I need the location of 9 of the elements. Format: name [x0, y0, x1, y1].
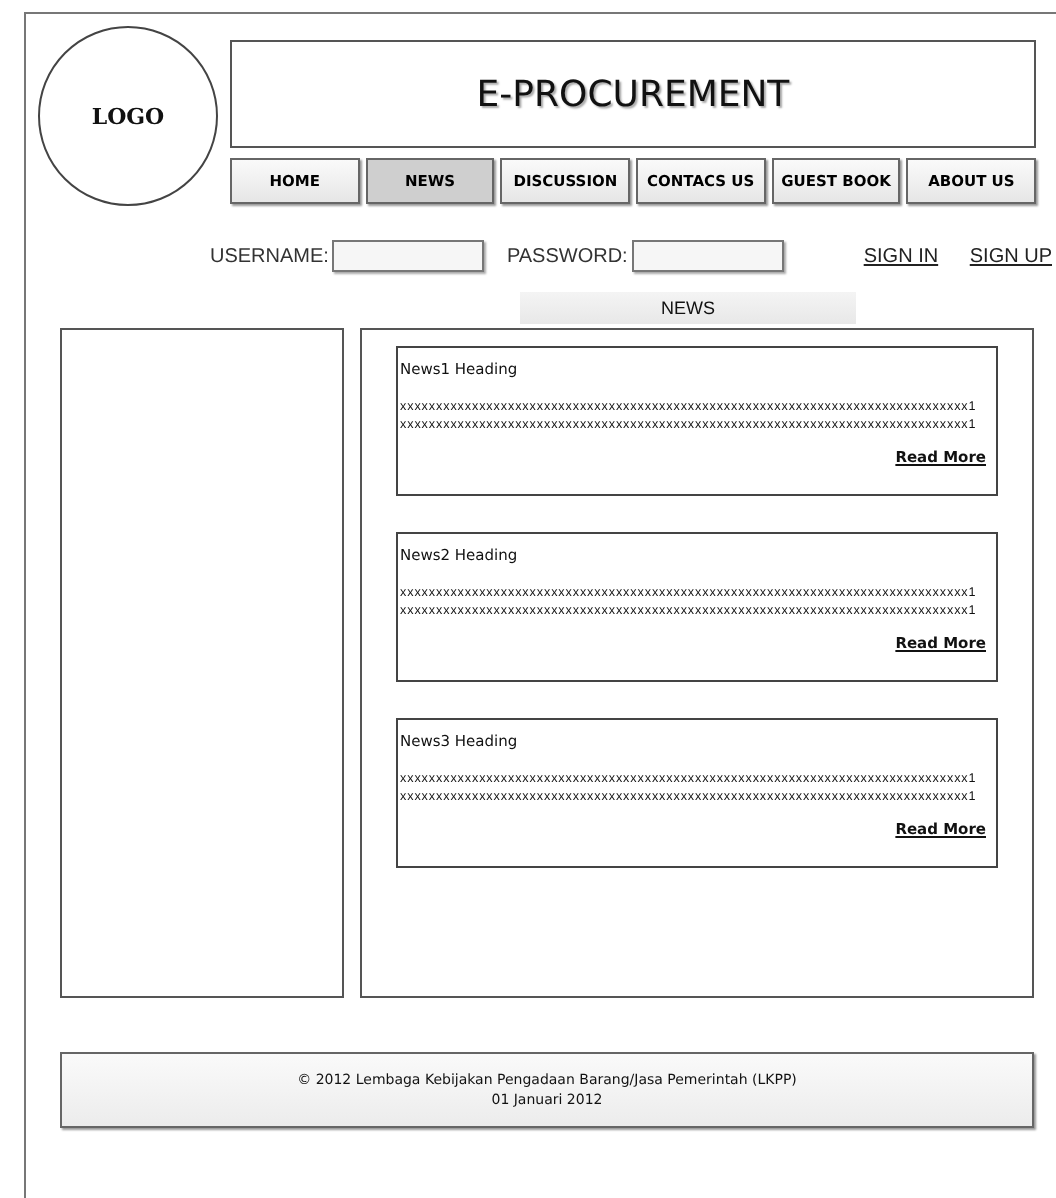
password-field[interactable]	[631, 240, 784, 272]
sign-in-link[interactable]: SIGN IN	[863, 245, 939, 267]
password-label: PASSWORD:	[506, 245, 628, 267]
site-title: E-PROCUREMENT	[230, 40, 1036, 148]
username-label: USERNAME:	[210, 245, 329, 267]
news-section-heading: NEWS	[520, 292, 856, 324]
sign-up-link[interactable]: SIGN UP	[969, 245, 1052, 267]
logo-text: LOGO	[91, 103, 165, 129]
username-field[interactable]	[332, 240, 485, 272]
